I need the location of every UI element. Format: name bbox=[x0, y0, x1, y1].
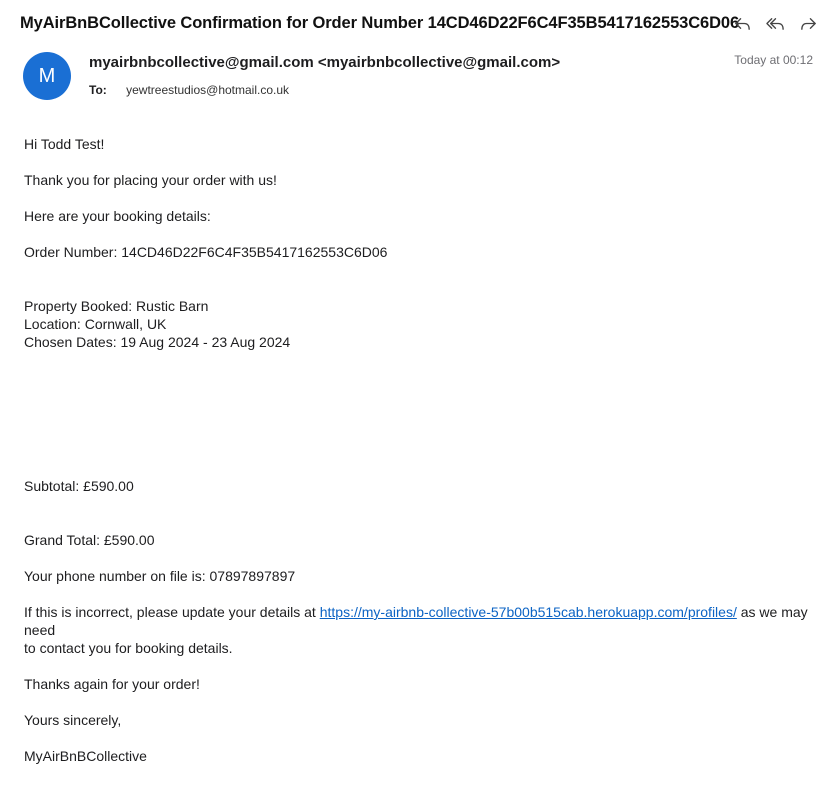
email-actions bbox=[733, 14, 818, 33]
order-number: Order Number: 14CD46D22F6C4F35B541716255… bbox=[24, 244, 388, 260]
avatar: M bbox=[23, 52, 71, 100]
signature: MyAirBnBCollective bbox=[24, 748, 147, 764]
phone-line: Your phone number on file is: 0789789789… bbox=[24, 568, 296, 584]
greeting: Hi Todd Test! bbox=[24, 136, 105, 152]
property-booked: Property Booked: Rustic Barn bbox=[24, 298, 209, 314]
email-header: MyAirBnBCollective Confirmation for Orde… bbox=[0, 0, 840, 126]
details-intro: Here are your booking details: bbox=[24, 208, 211, 224]
recipient-address[interactable]: yewtreestudios@hotmail.co.uk bbox=[126, 83, 289, 97]
email-date: Today at 00:12 bbox=[734, 53, 813, 67]
reply-icon[interactable] bbox=[733, 14, 752, 33]
email-body: Hi Todd Test! Thank you for placing your… bbox=[24, 135, 814, 765]
subtotal: Subtotal: £590.00 bbox=[24, 478, 134, 494]
sender[interactable]: myairbnbcollective@gmail.com <myairbnbco… bbox=[89, 54, 560, 71]
reply-all-icon[interactable] bbox=[766, 14, 785, 33]
thanks-line: Thank you for placing your order with us… bbox=[24, 172, 277, 188]
to-label: To: bbox=[89, 83, 107, 97]
incorrect-line: If this is incorrect, please update your… bbox=[24, 603, 814, 639]
signoff: Yours sincerely, bbox=[24, 712, 122, 728]
thanks-again: Thanks again for your order! bbox=[24, 676, 200, 692]
grand-total: Grand Total: £590.00 bbox=[24, 532, 155, 548]
profile-link[interactable]: https://my-airbnb-collective-57b00b515ca… bbox=[320, 604, 737, 620]
email-subject: MyAirBnBCollective Confirmation for Orde… bbox=[20, 14, 740, 32]
incorrect-prefix: If this is incorrect, please update your… bbox=[24, 604, 320, 620]
forward-icon[interactable] bbox=[799, 14, 818, 33]
recipient-row: To: yewtreestudios@hotmail.co.uk bbox=[89, 83, 289, 97]
chosen-dates: Chosen Dates: 19 Aug 2024 - 23 Aug 2024 bbox=[24, 334, 291, 350]
location: Location: Cornwall, UK bbox=[24, 316, 167, 332]
contact-line: to contact you for booking details. bbox=[24, 640, 233, 656]
